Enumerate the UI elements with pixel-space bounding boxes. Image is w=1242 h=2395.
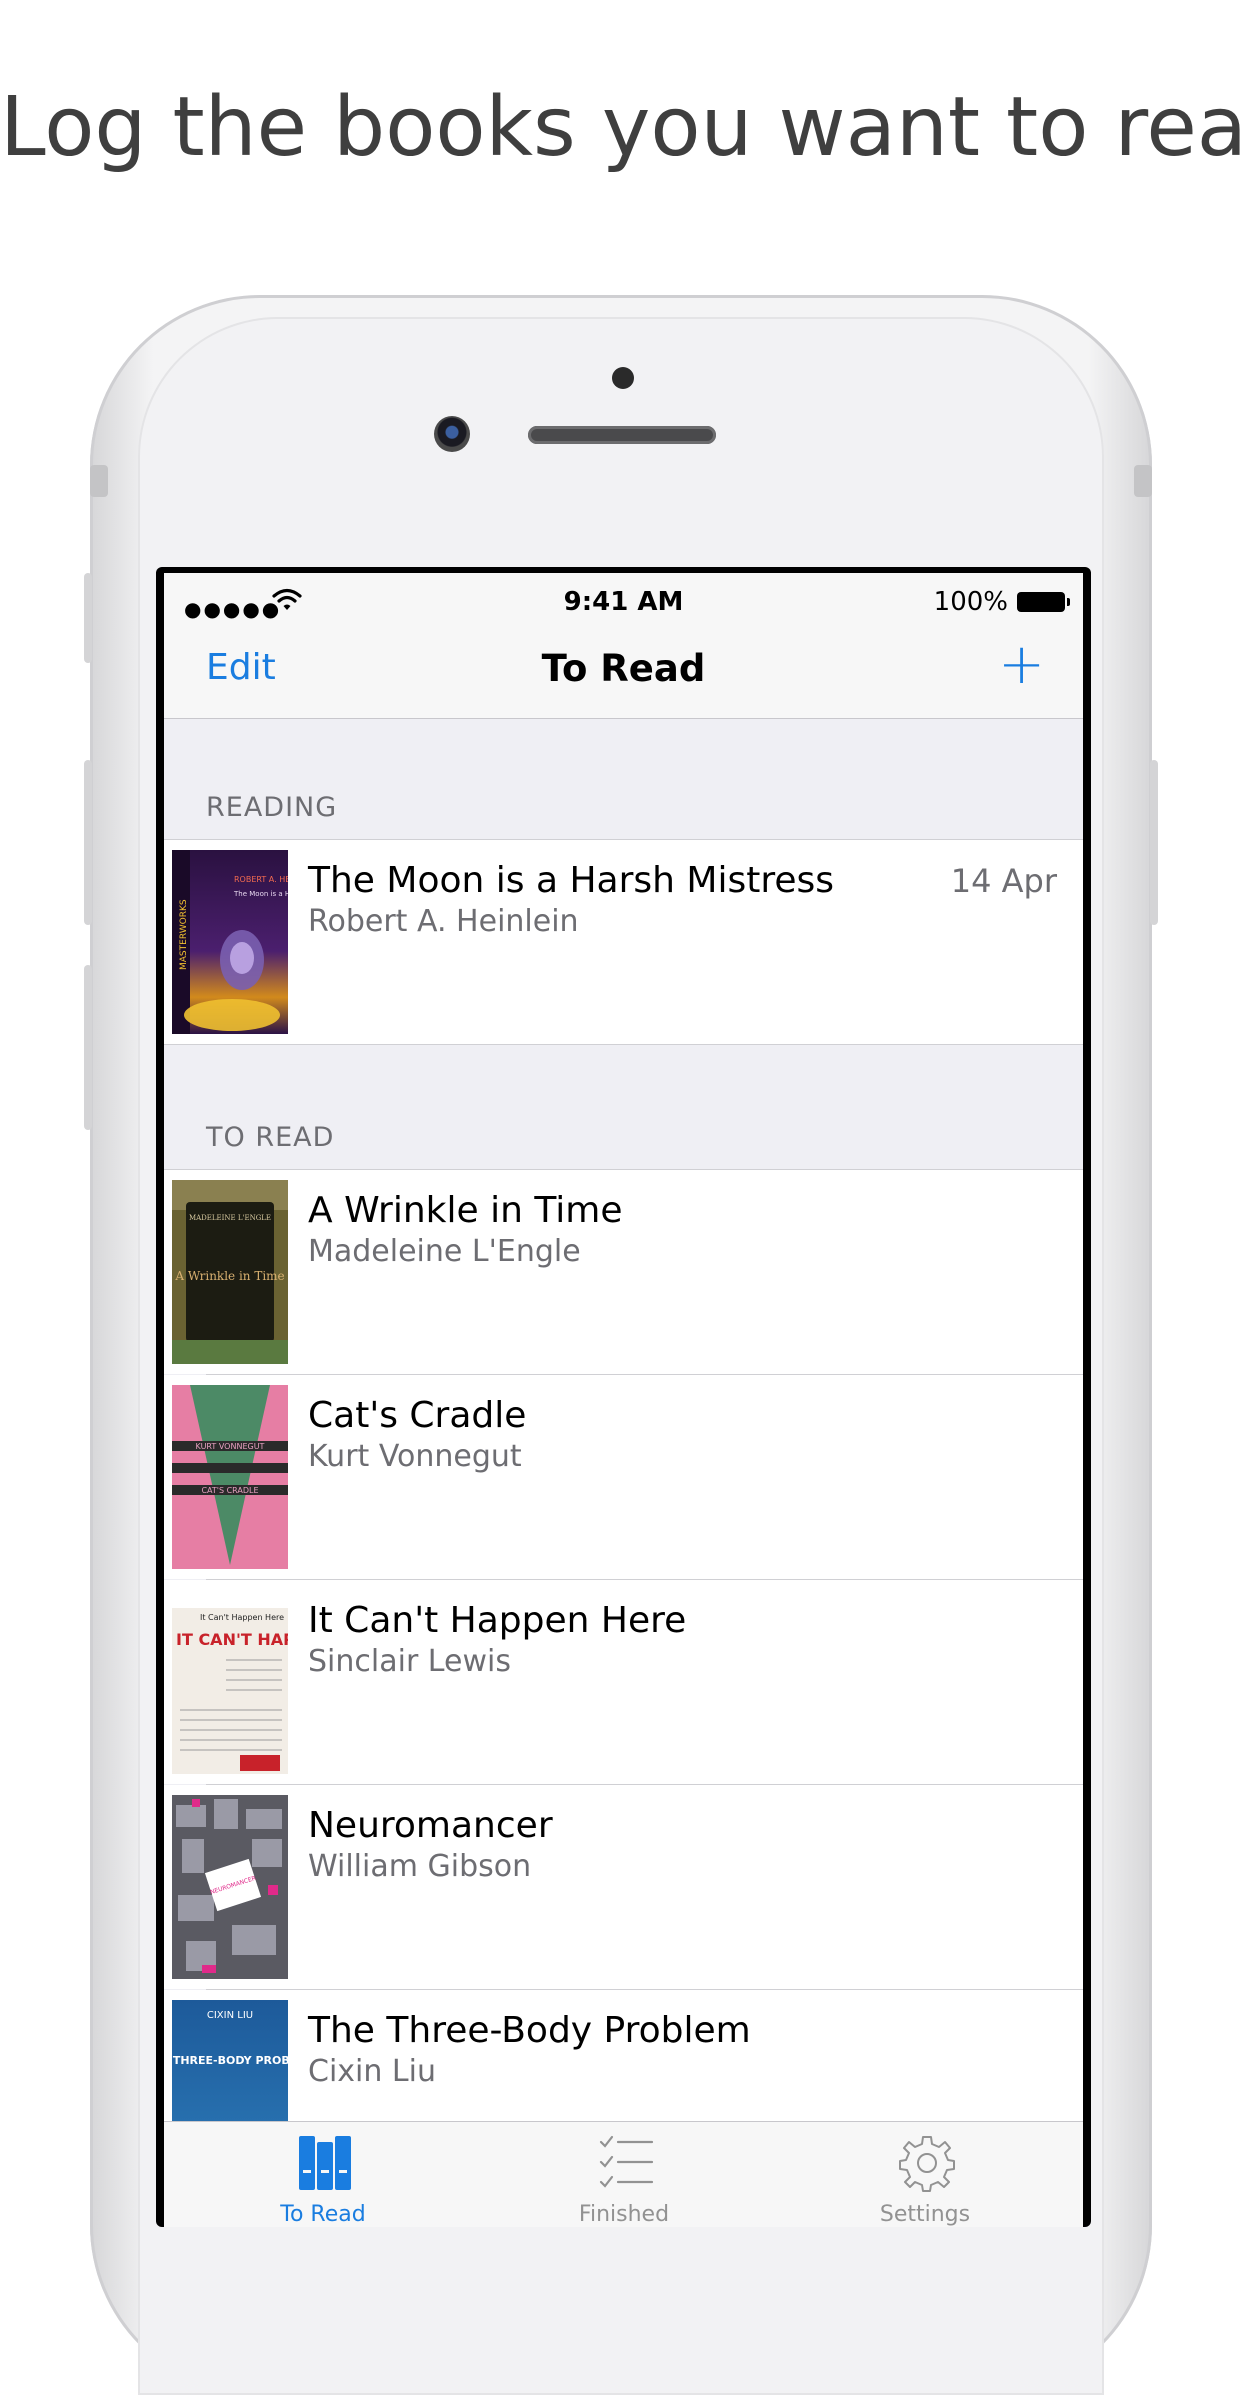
book-title: The Moon is a Harsh Mistress (308, 860, 835, 901)
navigation-bar: Edit To Read + (164, 623, 1083, 719)
mute-switch (84, 573, 92, 663)
book-date: 14 Apr (950, 862, 1057, 900)
book-author: Cixin Liu (308, 2054, 436, 2089)
svg-text:It Can't Happen Here: It Can't Happen Here (200, 1613, 284, 1622)
status-bar: ●●●●● 9:41 AM 100% (164, 573, 1083, 623)
tab-label: To Read (280, 2202, 366, 2227)
checklist-icon (599, 2135, 654, 2188)
add-book-button[interactable]: + (998, 637, 1045, 693)
book-row[interactable]: NEUROMANCER Neuromancer William Gibson (164, 1785, 1083, 1989)
svg-text:MADELEINE L'ENGLE: MADELEINE L'ENGLE (189, 1214, 271, 1222)
book-author: Madeleine L'Engle (308, 1234, 581, 1269)
section-label-to-read: TO READ (206, 1122, 335, 1153)
books-icon (299, 2136, 351, 2190)
section-label-reading: READING (206, 792, 338, 823)
earpiece-speaker (528, 426, 716, 444)
app-display: ●●●●● 9:41 AM 100% Edit To Read + READIN… (164, 573, 1083, 2227)
book-author: Robert A. Heinlein (308, 904, 579, 939)
front-camera (434, 416, 470, 452)
tab-finished[interactable]: Finished (471, 2122, 777, 2227)
gear-icon (899, 2136, 955, 2192)
book-author: William Gibson (308, 1849, 532, 1884)
book-title: Cat's Cradle (308, 1395, 527, 1436)
book-cover-cradle: KURT VONNEGUT CAT'S CRADLE (172, 1385, 288, 1569)
book-title: Neuromancer (308, 1805, 553, 1846)
tab-to-read[interactable]: To Read (170, 2122, 476, 2227)
headline: Log the books you want to read (0, 80, 1242, 175)
book-author: Sinclair Lewis (308, 1644, 511, 1679)
svg-text:The Moon is a Harsh Mistress: The Moon is a Harsh Mistress (233, 890, 288, 898)
book-cover-wrinkle: MADELEINE L'ENGLE A Wrinkle in Time (172, 1180, 288, 1364)
svg-text:THE THREE-BODY PROBLEM: THE THREE-BODY PROBLEM (172, 2054, 288, 2067)
power-button (1150, 760, 1158, 925)
svg-text:ROBERT A. HEINLEIN: ROBERT A. HEINLEIN (234, 875, 288, 884)
tab-label: Finished (578, 2202, 670, 2227)
book-cover-moon: MASTERWORKS ROBERT A. HEINLEIN The Moon … (172, 850, 288, 1034)
book-title: It Can't Happen Here (308, 1600, 687, 1641)
section-header-to-read: TO READ (164, 1049, 1083, 1169)
svg-text:MASTERWORKS: MASTERWORKS (179, 899, 189, 970)
phone-screen: ●●●●● 9:41 AM 100% Edit To Read + READIN… (156, 567, 1091, 2227)
svg-text:CAT'S CRADLE: CAT'S CRADLE (201, 1486, 258, 1495)
proximity-sensor (612, 367, 634, 389)
tab-label: Settings (879, 2202, 971, 2227)
tab-bar: To Read Finished Settings (164, 2121, 1083, 2227)
book-row[interactable]: KURT VONNEGUT CAT'S CRADLE Cat's Cradle … (164, 1375, 1083, 1579)
book-author: Kurt Vonnegut (308, 1439, 522, 1474)
tab-settings[interactable]: Settings (772, 2122, 1078, 2227)
section-header-reading: READING (164, 719, 1083, 839)
book-title: A Wrinkle in Time (308, 1190, 623, 1231)
page-title: To Read (541, 647, 706, 690)
book-row[interactable]: MADELEINE L'ENGLE A Wrinkle in Time A Wr… (164, 1170, 1083, 1374)
book-row[interactable]: It Can't Happen Here IT CAN'T HAPPEN HER… (164, 1580, 1083, 1784)
battery-icon (1017, 592, 1070, 612)
book-cover-happen: It Can't Happen Here IT CAN'T HAPPEN HER… (172, 1590, 288, 1774)
svg-text:CIXIN LIU: CIXIN LIU (207, 2010, 253, 2021)
book-row[interactable]: MASTERWORKS ROBERT A. HEINLEIN The Moon … (164, 840, 1083, 1044)
battery-percentage: 100% (933, 587, 1008, 617)
volume-up-button (84, 760, 92, 925)
svg-text:IT CAN'T HAPPEN HERE: IT CAN'T HAPPEN HERE (176, 1630, 288, 1649)
book-cover-neuromancer: NEUROMANCER (172, 1795, 288, 1979)
svg-text:A Wrinkle in Time: A Wrinkle in Time (174, 1269, 284, 1283)
book-title: The Three-Body Problem (308, 2010, 751, 2051)
volume-down-button (84, 965, 92, 1130)
svg-text:KURT VONNEGUT: KURT VONNEGUT (196, 1442, 265, 1451)
